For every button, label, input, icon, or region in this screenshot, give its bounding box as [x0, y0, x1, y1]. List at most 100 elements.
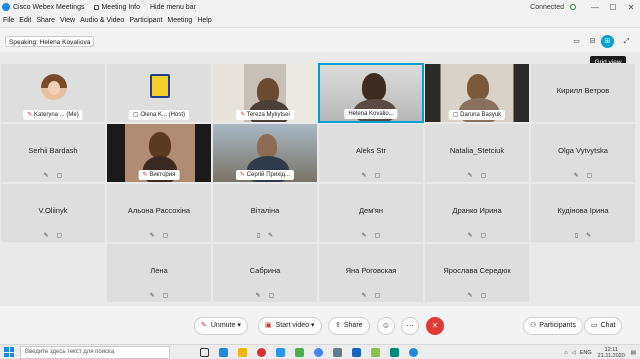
video-off-icon: ▢ — [374, 233, 381, 239]
task-view-icon[interactable] — [200, 347, 209, 357]
participant-video-tile[interactable]: ✎ Виктория — [106, 123, 212, 183]
video-off-icon: ▢ — [268, 293, 275, 299]
video-off-icon: ▢ — [480, 233, 487, 239]
window-titlebar: Cisco Webex Meetings Meeting Info Hide m… — [0, 0, 640, 14]
participant-name: V.Oliinyk — [38, 206, 68, 215]
windows-start-icon[interactable] — [4, 347, 14, 357]
university-emblem-icon — [150, 74, 170, 98]
mute-icon: ✎ — [149, 293, 155, 299]
layout-stage-icon[interactable]: ▭ — [570, 35, 583, 48]
participant-label: ✎ Виктория — [138, 170, 180, 180]
notifications-icon[interactable]: ▤ — [631, 350, 636, 356]
grid-view-icon[interactable]: ⊞ — [601, 35, 614, 48]
participant-name: Яна Роговская — [345, 266, 397, 275]
video-off-icon: ▢ — [162, 293, 169, 299]
participant-name: Альона Рассохіна — [127, 206, 191, 215]
more-options-button[interactable]: ⋯ — [401, 317, 419, 335]
unmute-button[interactable]: ✎ Unmute ▾ — [194, 317, 248, 335]
close-window-button[interactable]: ✕ — [622, 3, 640, 12]
participant-tile[interactable]: Дем'ян ✎ ▢ — [318, 183, 424, 243]
app-icon[interactable] — [295, 347, 304, 357]
participant-tile[interactable]: Aleks Str ✎ ▢ — [318, 123, 424, 183]
telegram-icon[interactable] — [276, 347, 285, 357]
app-icon[interactable] — [390, 347, 399, 357]
chrome-icon[interactable] — [314, 347, 323, 357]
taskbar-search-input[interactable]: Введите здесь текст для поиска — [20, 345, 170, 359]
system-tray: ⌂ ◁ ENG 12:11 21.11.2020 ▤ — [564, 345, 636, 359]
reactions-button[interactable]: ☺ — [377, 317, 395, 335]
video-off-icon: ▢ — [480, 173, 487, 179]
participant-tile[interactable]: Olga Vytvytska ✎ ▢ — [530, 123, 636, 183]
connection-status: Connected — [530, 3, 564, 11]
layout-speaker-icon[interactable]: ⊟ — [586, 35, 599, 48]
participant-label: Helena Kovalio... — [344, 109, 398, 119]
menu-audio-video[interactable]: Audio & Video — [80, 17, 124, 24]
hide-menu-bar-button[interactable]: Hide menu bar — [150, 4, 196, 11]
participant-tile[interactable]: Кудінова Ірина ▯ ✎ — [530, 183, 636, 243]
end-call-button[interactable]: ✕ — [426, 317, 444, 335]
mute-icon: ✎ — [268, 233, 274, 239]
meeting-info-button[interactable]: Meeting Info — [94, 4, 140, 11]
menu-view[interactable]: View — [60, 17, 75, 24]
participant-tile[interactable]: Віталіна ▯ ✎ — [212, 183, 318, 243]
more-icon: ⋯ — [406, 321, 414, 330]
participant-tile[interactable]: Лена ✎ ▢ — [106, 243, 212, 303]
menu-participant[interactable]: Participant — [129, 17, 162, 24]
menu-help[interactable]: Help — [197, 17, 211, 24]
volume-icon[interactable]: ◁ — [572, 350, 576, 356]
participant-tile[interactable]: ▢ Olena K... (Host) — [106, 63, 212, 123]
start-video-button[interactable]: ▣ Start video ▾ — [258, 317, 322, 335]
participant-video-tile[interactable]: ✎ Сергій Прихід... — [212, 123, 318, 183]
participant-name: Дем'ян — [358, 206, 384, 215]
participant-label: ▢ Olena K... (Host) — [128, 110, 190, 120]
participant-video-tile[interactable]: ✎ Tereza Mykytsei — [212, 63, 318, 123]
video-off-icon: ▢ — [374, 173, 381, 179]
participant-tile[interactable]: V.Oliinyk ✎ ▢ — [0, 183, 106, 243]
folder-icon[interactable] — [238, 347, 247, 357]
menu-edit[interactable]: Edit — [19, 17, 31, 24]
mute-icon: ✎ — [361, 293, 367, 299]
chat-icon: ▭ — [591, 322, 598, 329]
participant-tile[interactable]: Сабрина ✎ ▢ — [212, 243, 318, 303]
camera-off-icon: ▣ — [265, 322, 272, 329]
menu-bar: File Edit Share View Audio & Video Parti… — [0, 14, 640, 28]
speaker-name: Helena Kovaliova — [39, 39, 91, 46]
share-button[interactable]: ⇪ Share — [328, 317, 370, 335]
word-icon[interactable] — [352, 347, 361, 357]
meeting-topbar: Speaking: Helena Kovaliova ▭ ⊟ ⊞ ⤢ — [0, 28, 640, 52]
menu-meeting[interactable]: Meeting — [167, 17, 192, 24]
participant-tile[interactable]: Альона Рассохіна ✎ ▢ — [106, 183, 212, 243]
fullscreen-icon[interactable]: ⤢ — [620, 35, 633, 48]
participant-name: Aleks Str — [355, 146, 386, 155]
network-icon[interactable]: ⌂ — [564, 350, 567, 356]
participant-tile[interactable]: Кирилл Ветров — [530, 63, 636, 123]
video-off-icon: ▢ — [586, 173, 593, 179]
participant-video-tile[interactable]: ▢ Daruna Basyuk — [424, 63, 530, 123]
participants-button[interactable]: ⚇ Participants — [523, 317, 583, 335]
participant-tile[interactable]: Дранко Ирина ✎ ▢ — [424, 183, 530, 243]
connection-status-icon — [570, 4, 576, 10]
minimize-button[interactable]: — — [586, 3, 604, 12]
clock[interactable]: 12:11 21.11.2020 — [598, 347, 625, 359]
menu-file[interactable]: File — [3, 17, 14, 24]
participant-tile[interactable]: Яна Роговская ✎ ▢ — [318, 243, 424, 303]
language-indicator[interactable]: ENG — [580, 350, 592, 356]
opera-icon[interactable] — [257, 347, 266, 357]
participant-name: Віталіна — [250, 206, 280, 215]
chat-button[interactable]: ▭ Chat — [584, 317, 623, 335]
participant-label: ▢ Daruna Basyuk — [448, 110, 506, 120]
app-icon[interactable] — [333, 347, 342, 357]
participant-tile[interactable]: Ярослава Середюк ✎ ▢ — [424, 243, 530, 303]
dropbox-icon[interactable] — [219, 347, 228, 357]
participant-tile[interactable]: Natalia_Stetciuk ✎ ▢ — [424, 123, 530, 183]
maximize-button[interactable]: ☐ — [604, 3, 622, 12]
active-speaker-tile[interactable]: Helena Kovalio... — [318, 63, 424, 123]
menu-share[interactable]: Share — [36, 17, 55, 24]
app-icon[interactable] — [371, 347, 380, 357]
participant-tile[interactable]: ✎ Kateryna ... (Me) — [0, 63, 106, 123]
windows-taskbar: Введите здесь текст для поиска ⌂ ◁ ENG 1… — [0, 344, 640, 359]
participant-tile[interactable]: Serhii Bardash ✎ ▢ — [0, 123, 106, 183]
mute-icon: ✎ — [361, 233, 367, 239]
close-icon: ✕ — [431, 321, 439, 330]
webex-taskbar-icon[interactable] — [409, 347, 418, 357]
